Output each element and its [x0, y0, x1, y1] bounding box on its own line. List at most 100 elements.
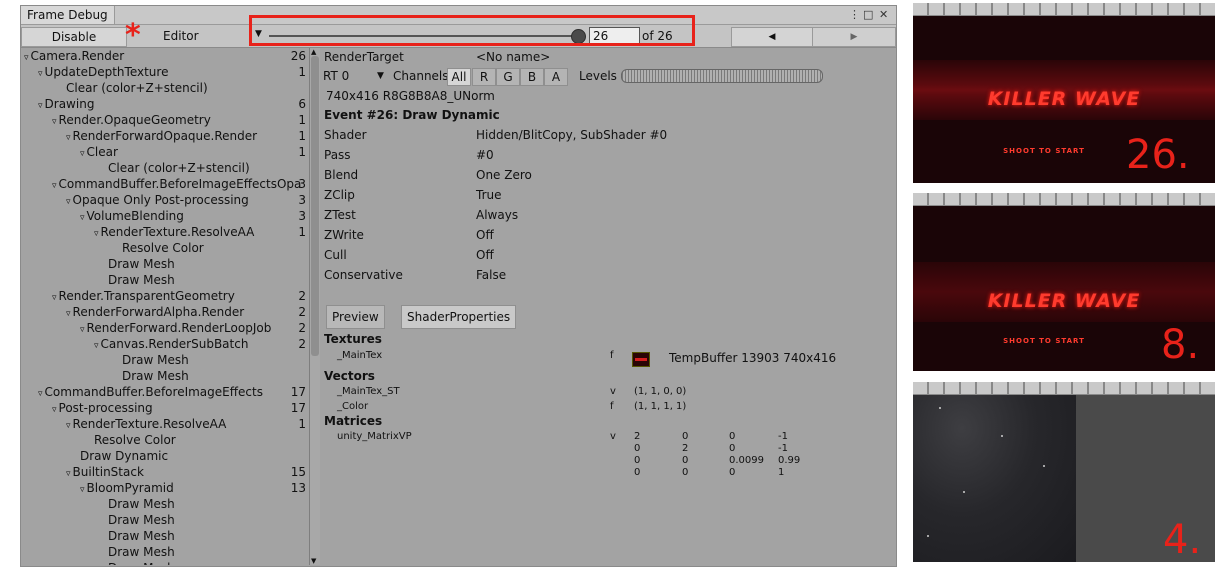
vector-name: _MainTex_ST [337, 386, 400, 397]
channel-all-button[interactable]: All [447, 68, 471, 86]
tree-item[interactable]: ▿ Render.TransparentGeometry 2 [21, 288, 309, 304]
expand-triangle-icon[interactable]: ▿ [94, 229, 99, 239]
tree-item[interactable]: ▿ RenderForwardOpaque.Render 1 [21, 128, 309, 144]
preview-frame-8: KILLER WAVE SHOOT TO START 8. [913, 193, 1215, 371]
tree-item[interactable]: Clear (color+Z+stencil) [21, 80, 309, 96]
tree-item[interactable]: Draw Dynamic [21, 448, 309, 464]
tree-item[interactable]: Draw Mesh [21, 528, 309, 544]
disable-button[interactable]: Disable [21, 27, 127, 47]
tree-item[interactable]: ▿ BloomPyramid 13 [21, 480, 309, 496]
next-frame-button[interactable]: ▶ [812, 27, 896, 47]
expand-triangle-icon[interactable]: ▿ [66, 197, 71, 207]
vector-value: (1, 1, 0, 0) [634, 386, 687, 397]
matrix-cell: 0 [729, 431, 736, 442]
tree-item[interactable]: Resolve Color [21, 432, 309, 448]
scroll-down-icon[interactable]: ▼ [311, 557, 316, 565]
tree-item[interactable]: Draw Mesh [21, 368, 309, 384]
expand-triangle-icon[interactable]: ▿ [80, 213, 85, 223]
expand-triangle-icon[interactable]: ▿ [38, 389, 43, 399]
matrix-cell: 2 [682, 443, 689, 454]
texture-thumbnail[interactable] [632, 352, 650, 367]
property-value: Off [476, 228, 494, 242]
expand-triangle-icon[interactable]: ▿ [80, 325, 85, 335]
tree-item[interactable]: ▿ Opaque Only Post-processing 3 [21, 192, 309, 208]
tree-item[interactable]: ▿ Camera.Render 26 [21, 48, 309, 64]
expand-triangle-icon[interactable]: ▿ [66, 469, 71, 479]
window-tab[interactable]: Frame Debug [21, 6, 115, 24]
previous-frame-button[interactable]: ◀ [731, 27, 813, 47]
tree-item-label: Draw Mesh [108, 545, 175, 559]
expand-triangle-icon[interactable]: ▿ [80, 149, 85, 159]
tree-item-label: Render.TransparentGeometry [58, 289, 235, 303]
channel-r-button[interactable]: R [472, 68, 496, 86]
tree-item[interactable]: Draw Mesh [21, 272, 309, 288]
expand-triangle-icon[interactable]: ▿ [52, 293, 57, 303]
menu-icon[interactable]: ⋮ [849, 7, 860, 23]
tree-item-count: 2 [298, 337, 306, 351]
tree-item[interactable]: Draw Mesh [21, 512, 309, 528]
property-value: #0 [476, 148, 494, 162]
levels-slider[interactable] [621, 69, 823, 83]
matrix-cell: -1 [778, 443, 788, 454]
close-icon[interactable]: ✕ [879, 7, 888, 23]
tree-item[interactable]: ▿ Drawing 6 [21, 96, 309, 112]
expand-triangle-icon[interactable]: ▿ [38, 69, 43, 79]
expand-triangle-icon[interactable]: ▿ [52, 405, 57, 415]
expand-triangle-icon[interactable]: ▿ [94, 341, 99, 351]
expand-triangle-icon[interactable]: ▿ [66, 421, 71, 431]
tree-item[interactable]: Draw Mesh [21, 544, 309, 560]
scrollbar-thumb[interactable] [311, 56, 319, 356]
matrix-cell: 0 [729, 443, 736, 454]
matrix-cell: -1 [778, 431, 788, 442]
channel-g-button[interactable]: G [496, 68, 520, 86]
tree-item[interactable]: ▿ Canvas.RenderSubBatch 2 [21, 336, 309, 352]
tree-item[interactable]: Draw Mesh [21, 256, 309, 272]
tree-item[interactable]: Draw Mesh [21, 352, 309, 368]
expand-triangle-icon[interactable]: ▿ [66, 309, 71, 319]
tree-item[interactable]: ▿ VolumeBlending 3 [21, 208, 309, 224]
tree-item[interactable]: ▿ RenderForward.RenderLoopJob 2 [21, 320, 309, 336]
channel-a-button[interactable]: A [544, 68, 568, 86]
expand-triangle-icon[interactable]: ▿ [52, 117, 57, 127]
tree-scrollbar[interactable]: ▲ ▼ [310, 48, 320, 565]
tree-item-label: Post-processing [58, 401, 153, 415]
game-title: KILLER WAVE [987, 88, 1141, 110]
expand-triangle-icon[interactable]: ▿ [66, 133, 71, 143]
target-dropdown[interactable]: Editor [157, 27, 261, 45]
rt-select[interactable]: RT 0 ▼ [323, 68, 387, 84]
tree-item[interactable]: ▿ RenderTexture.ResolveAA 1 [21, 224, 309, 240]
matrix-cell: 0.0099 [729, 455, 764, 466]
tree-item[interactable]: ▿ BuiltinStack 15 [21, 464, 309, 480]
tree-item-count: 1 [298, 113, 306, 127]
tree-item[interactable]: ▿ Post-processing 17 [21, 400, 309, 416]
game-title: KILLER WAVE [987, 290, 1141, 312]
maximize-icon[interactable]: □ [863, 7, 873, 23]
tree-item[interactable]: ▿ RenderTexture.ResolveAA 1 [21, 416, 309, 432]
scroll-up-icon[interactable]: ▲ [311, 48, 316, 56]
expand-triangle-icon[interactable]: ▿ [38, 101, 43, 111]
tree-item[interactable]: ▿ RenderForwardAlpha.Render 2 [21, 304, 309, 320]
expand-triangle-icon[interactable]: ▿ [80, 485, 85, 495]
expand-triangle-icon[interactable]: ▿ [24, 53, 29, 63]
tree-item[interactable]: ▿ Clear 1 [21, 144, 309, 160]
property-value: False [476, 268, 507, 282]
expand-triangle-icon[interactable]: ▿ [52, 181, 57, 191]
tree-item[interactable]: Draw Mesh [21, 560, 309, 565]
tab-shader-properties[interactable]: ShaderProperties [401, 305, 517, 329]
tree-item[interactable]: Resolve Color [21, 240, 309, 256]
tree-item[interactable]: ▿ CommandBuffer.BeforeImageEffectsOpa 3 [21, 176, 309, 192]
vector-value: (1, 1, 1, 1) [634, 401, 687, 412]
tree-item[interactable]: Draw Mesh [21, 496, 309, 512]
tree-item-label: Render.OpaqueGeometry [58, 113, 211, 127]
tree-item[interactable]: ▿ CommandBuffer.BeforeImageEffects 17 [21, 384, 309, 400]
property-name: Blend [324, 168, 359, 182]
channel-b-button[interactable]: B [520, 68, 544, 86]
tree-item[interactable]: ▿ UpdateDepthTexture 1 [21, 64, 309, 80]
rt-dropdown-icon: ▼ [377, 71, 384, 81]
game-subtitle: SHOOT TO START [1003, 337, 1085, 345]
annotation-highlight-box [249, 15, 695, 46]
tree-item[interactable]: Clear (color+Z+stencil) [21, 160, 309, 176]
tree-item[interactable]: ▿ Render.OpaqueGeometry 1 [21, 112, 309, 128]
tab-preview[interactable]: Preview [326, 305, 385, 329]
matrix-cell: 2 [634, 431, 641, 442]
